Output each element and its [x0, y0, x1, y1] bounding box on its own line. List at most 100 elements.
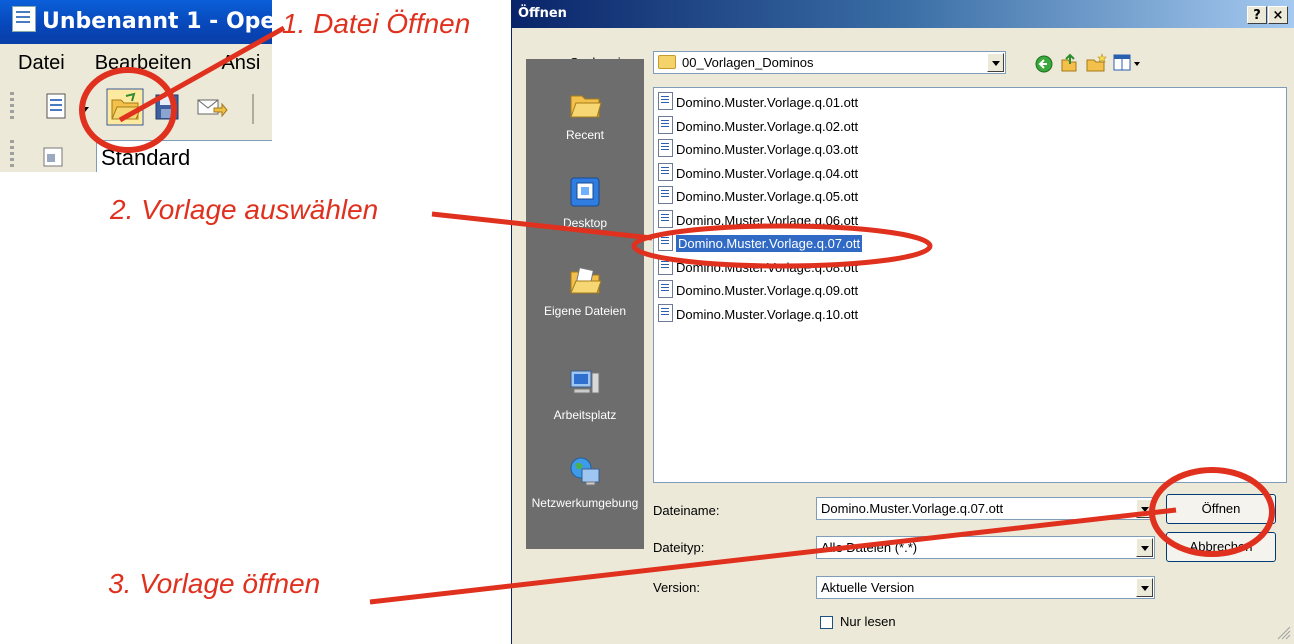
file-item[interactable]: Domino.Muster.Vorlage.q.06.ott [658, 209, 859, 232]
ott-file-icon [658, 92, 673, 110]
writer-toolbar [0, 82, 272, 134]
file-item[interactable]: Domino.Muster.Vorlage.q.10.ott [658, 303, 859, 326]
my-computer-icon [570, 370, 600, 394]
annotation-step3: 3. Vorlage öffnen [108, 568, 321, 599]
desktop-icon [570, 177, 600, 207]
place-label: Netzwerkumgebung [531, 496, 639, 510]
file-item[interactable]: Domino.Muster.Vorlage.q.03.ott [658, 139, 858, 161]
file-item[interactable]: Domino.Muster.Vorlage.q.02.ott [658, 115, 859, 138]
look-in-combo[interactable]: 00_Vorlagen_Dominos [653, 51, 1006, 74]
recent-folder-icon [570, 95, 602, 118]
menu-datei[interactable]: Datei [18, 52, 65, 74]
file-name: Domino.Muster.Vorlage.q.03.ott [676, 142, 859, 157]
place-label: Eigene Dateien [543, 304, 627, 318]
open-folder-icon[interactable] [106, 88, 144, 126]
writer-window-crop: Unbenannt 1 - Oper Datei Bearbeiten Ansi [0, 0, 272, 172]
ott-file-icon [658, 256, 673, 275]
save-icon[interactable] [150, 90, 184, 124]
annotation-step2: 2. Vorlage auswählen [110, 194, 379, 225]
version-label: Version: [653, 580, 700, 595]
ott-file-icon [658, 186, 673, 204]
open-button[interactable]: Öffnen [1166, 494, 1276, 524]
new-dropdown-arrow-icon[interactable] [80, 104, 90, 114]
menu-bearbeiten[interactable]: Bearbeiten [95, 52, 192, 74]
chevron-down-icon[interactable] [987, 53, 1004, 72]
chevron-down-icon[interactable] [1136, 538, 1153, 557]
ott-file-icon [658, 162, 673, 181]
toolbar-grip[interactable] [10, 92, 14, 122]
ott-file-icon [658, 303, 673, 322]
file-name: Domino.Muster.Vorlage.q.06.ott [676, 212, 859, 228]
place-network[interactable]: Netzwerkumgebung [526, 447, 644, 547]
place-label: Arbeitsplatz [553, 408, 617, 422]
back-icon[interactable] [1034, 54, 1054, 74]
place-label: Recent [565, 128, 605, 142]
styles-icon[interactable] [38, 142, 68, 172]
ott-file-icon [658, 209, 673, 228]
version-value: Aktuelle Version [821, 580, 915, 595]
file-name: Domino.Muster.Vorlage.q.01.ott [676, 95, 859, 110]
close-button[interactable]: × [1268, 6, 1288, 24]
email-icon[interactable] [194, 90, 228, 124]
writer-title-bar: Unbenannt 1 - Oper [0, 0, 272, 44]
ott-file-icon [658, 280, 673, 298]
place-desktop[interactable]: Desktop [526, 167, 644, 249]
file-name: Domino.Muster.Vorlage.q.10.ott [676, 306, 859, 322]
file-name: Domino.Muster.Vorlage.q.04.ott [676, 165, 859, 181]
filename-value: Domino.Muster.Vorlage.q.07.ott [821, 501, 1004, 516]
file-item[interactable]: Domino.Muster.Vorlage.q.07.ott [658, 233, 863, 255]
menu-ansicht[interactable]: Ansi [221, 52, 260, 74]
ott-file-icon [658, 115, 673, 134]
writer-app-icon [12, 6, 36, 32]
readonly-label: Nur lesen [840, 614, 896, 629]
chevron-down-icon[interactable] [1136, 499, 1153, 518]
new-document-icon[interactable] [40, 90, 74, 124]
file-name: Domino.Muster.Vorlage.q.02.ott [676, 118, 859, 134]
writer-format-bar: Standard [0, 134, 272, 172]
filetype-value: Alle Dateien (*.*) [821, 540, 918, 555]
network-icon [570, 457, 600, 486]
place-recent[interactable]: Recent [526, 79, 644, 161]
toolbar-separator [252, 94, 254, 124]
help-button[interactable]: ? [1247, 6, 1267, 24]
filename-input[interactable]: Domino.Muster.Vorlage.q.07.ott [816, 497, 1155, 520]
my-documents-icon [570, 267, 602, 294]
places-bar: Recent Desktop Eigene Dateien Arbeitspla… [526, 59, 644, 549]
file-item[interactable]: Domino.Muster.Vorlage.q.08.ott [658, 256, 859, 279]
dialog-title-bar: Öffnen [512, 0, 1294, 28]
open-file-dialog: Öffnen ? × Suchen in: 00_Vorlagen_Domino… [511, 0, 1294, 644]
view-menu-icon[interactable] [1112, 53, 1144, 73]
file-item[interactable]: Domino.Muster.Vorlage.q.01.ott [658, 92, 858, 114]
resize-grip-icon[interactable] [1275, 624, 1291, 640]
up-folder-icon[interactable] [1058, 52, 1080, 74]
file-item[interactable]: Domino.Muster.Vorlage.q.05.ott [658, 186, 858, 208]
file-item[interactable]: Domino.Muster.Vorlage.q.04.ott [658, 162, 859, 185]
version-select[interactable]: Aktuelle Version [816, 576, 1155, 599]
file-name: Domino.Muster.Vorlage.q.08.ott [676, 259, 859, 275]
file-name: Domino.Muster.Vorlage.q.05.ott [676, 189, 859, 204]
format-bar-grip[interactable] [10, 140, 14, 170]
filetype-select[interactable]: Alle Dateien (*.*) [816, 536, 1155, 559]
file-list[interactable]: Domino.Muster.Vorlage.q.01.ott Domino.Mus… [653, 87, 1287, 483]
readonly-checkbox[interactable] [820, 616, 833, 629]
filename-label: Dateiname: [653, 503, 720, 518]
place-label: Desktop [562, 216, 608, 230]
cancel-button[interactable]: Abbrechen [1166, 532, 1276, 562]
look-in-value: 00_Vorlagen_Dominos [682, 55, 814, 70]
chevron-down-icon[interactable] [1136, 578, 1153, 597]
ott-file-icon [658, 139, 673, 157]
folder-icon [658, 55, 676, 69]
annotation-step1: 1. Datei Öffnen [282, 8, 471, 39]
dialog-title: Öffnen [518, 6, 567, 21]
writer-menu-bar: Datei Bearbeiten Ansi [0, 44, 272, 82]
filetype-label: Dateityp: [653, 540, 705, 555]
place-my-computer[interactable]: Arbeitsplatz [526, 359, 644, 441]
file-name: Domino.Muster.Vorlage.q.09.ott [676, 283, 859, 298]
place-my-documents[interactable]: Eigene Dateien [526, 255, 644, 337]
paragraph-style-box[interactable]: Standard [96, 140, 272, 172]
file-name: Domino.Muster.Vorlage.q.07.ott [676, 235, 863, 252]
ott-file-icon [658, 233, 673, 251]
file-item[interactable]: Domino.Muster.Vorlage.q.09.ott [658, 280, 858, 302]
new-folder-icon[interactable] [1084, 52, 1108, 74]
writer-title: Unbenannt 1 - Oper [42, 9, 272, 34]
